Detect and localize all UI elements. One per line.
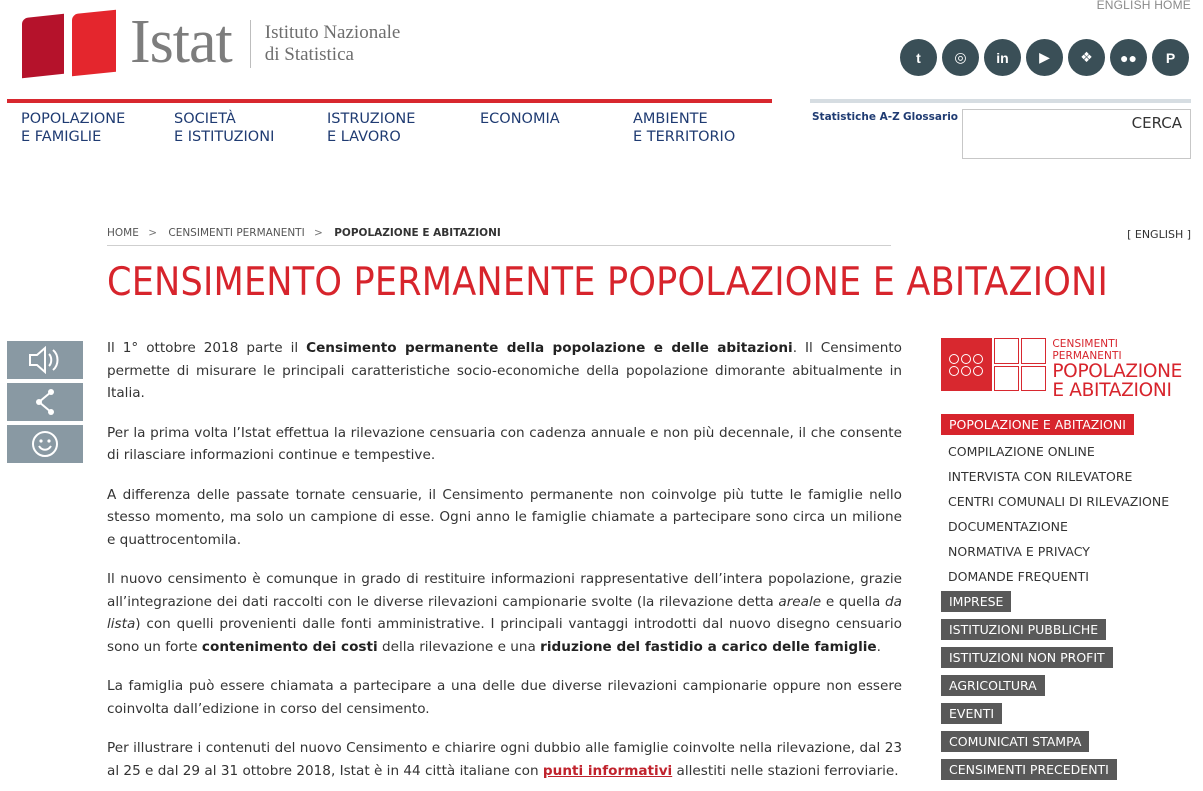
flickr-icon[interactable]: ●● (1110, 39, 1147, 76)
utility-bar-line (810, 99, 1191, 103)
logo-small-text: CENSIMENTI PERMANENTI (1052, 338, 1122, 362)
youtube-icon[interactable]: ▶ (1026, 39, 1063, 76)
paragraph-1: Il 1° ottobre 2018 parte il Censimento p… (107, 340, 902, 401)
istat-logo-mark (22, 9, 118, 79)
breadcrumb-separator: > (314, 227, 323, 239)
logo-line1: POPOLAZIONE (1052, 361, 1183, 382)
istat-logo[interactable]: Istat Istituto Nazionale di Statistica (22, 8, 401, 79)
sidebar-item-comunicati[interactable]: COMUNICATI STAMPA (941, 731, 1090, 752)
paragraph-3: A differenza delle passate tornate censu… (107, 486, 902, 548)
logo-subtitle: Istituto Nazionale di Statistica (265, 22, 401, 66)
censimenti-logo-text: CENSIMENTI PERMANENTI POPOLAZIONE E ABIT… (1052, 338, 1187, 400)
people-icon (941, 338, 992, 391)
sidebar-item-istituzioni-pubbliche[interactable]: ISTITUZIONI PUBBLICHE (941, 619, 1107, 640)
logo-divider (249, 20, 251, 68)
pinterest-icon[interactable]: P (1152, 39, 1189, 76)
main-content: Il 1° ottobre 2018 parte il Censimento p… (107, 337, 902, 791)
instagram-icon[interactable]: ◎ (942, 39, 979, 76)
feedback-button[interactable] (7, 425, 83, 463)
sidebar-subitem[interactable]: DOMANDE FREQUENTI (941, 564, 1187, 589)
linkedin-icon[interactable]: in (984, 39, 1021, 76)
sidebar-subitem[interactable]: COMPILAZIONE ONLINE (941, 439, 1187, 464)
nav-label-2: E ISTITUZIONI (174, 129, 275, 145)
audio-button[interactable] (7, 341, 83, 379)
search-input[interactable]: CERCA (962, 109, 1191, 159)
english-home-link[interactable]: ENGLISH HOME (1097, 0, 1191, 12)
nav-istruzione[interactable]: ISTRUZIONE E LAVORO (313, 99, 466, 155)
share-icon (36, 389, 54, 415)
paragraph-5: La famiglia può essere chiamata a partec… (107, 678, 902, 717)
nav-economia[interactable]: ECONOMIA (466, 99, 619, 155)
sidebar-item-popolazione[interactable]: POPOLAZIONE E ABITAZIONI (941, 414, 1134, 435)
nav-label-1: SOCIETÀ (174, 111, 236, 127)
sidebar-item-imprese[interactable]: IMPRESE (941, 591, 1012, 612)
speaker-icon (29, 346, 59, 374)
page-title: CENSIMENTO PERMANENTE POPOLAZIONE E ABIT… (107, 260, 1109, 305)
nav-label-2: E FAMIGLIE (21, 129, 102, 145)
breadcrumb-home[interactable]: HOME (107, 227, 139, 239)
slideshare-icon[interactable]: ❖ (1068, 39, 1105, 76)
nav-label-1: AMBIENTE (633, 111, 708, 127)
search-button[interactable]: CERCA (1132, 114, 1182, 132)
nav-ambiente[interactable]: AMBIENTE E TERRITORIO (619, 99, 772, 155)
sidebar-categories: IMPRESE ISTITUZIONI PUBBLICHE ISTITUZION… (941, 591, 1187, 787)
sidebar: CENSIMENTI PERMANENTI POPOLAZIONE E ABIT… (941, 338, 1187, 787)
sidebar-subitem[interactable]: CENTRI COMUNALI DI RILEVAZIONE (941, 489, 1187, 514)
sidebar-submenu: COMPILAZIONE ONLINE INTERVISTA CON RILEV… (941, 439, 1187, 589)
glossario-link[interactable]: Glossario (903, 111, 958, 123)
nav-label-1: ECONOMIA (480, 111, 560, 127)
nav-label-1: POPOLAZIONE (21, 111, 126, 127)
share-button[interactable] (7, 383, 83, 421)
sidebar-subitem[interactable]: DOCUMENTAZIONE (941, 514, 1187, 539)
punti-informativi-link[interactable]: punti informativi (543, 763, 672, 779)
logo-subtitle-line2: di Statistica (264, 44, 354, 65)
sidebar-item-eventi[interactable]: EVENTI (941, 703, 1003, 724)
censimenti-logo[interactable]: CENSIMENTI PERMANENTI POPOLAZIONE E ABIT… (941, 338, 1187, 400)
sidebar-item-precedenti[interactable]: CENSIMENTI PRECEDENTI (941, 759, 1117, 780)
statistiche-az-link[interactable]: Statistiche A-Z (812, 111, 900, 123)
logo-subtitle-line1: Istituto Nazionale (264, 22, 401, 43)
sidebar-subitem[interactable]: NORMATIVA E PRIVACY (941, 539, 1187, 564)
utility-bar: Statistiche A-Z Glossario CERCA (810, 99, 1203, 161)
logo-wordmark: Istat (130, 8, 233, 76)
paragraph-4: Il nuovo censimento è comunque in grado … (107, 571, 902, 655)
breadcrumb-current: POPOLAZIONE E ABITAZIONI (334, 227, 501, 239)
sidebar-subitem[interactable]: INTERVISTA CON RILEVATORE (941, 464, 1187, 489)
nav-societa[interactable]: SOCIETÀ E ISTITUZIONI (160, 99, 313, 155)
sidebar-item-non-profit[interactable]: ISTITUZIONI NON PROFIT (941, 647, 1113, 668)
twitter-icon[interactable]: t (900, 39, 937, 76)
sidebar-item-agricoltura[interactable]: AGRICOLTURA (941, 675, 1045, 696)
accessibility-tools (7, 341, 83, 467)
english-link[interactable]: [ ENGLISH ] (1127, 228, 1191, 241)
breadcrumb-separator: > (148, 227, 158, 239)
nav-label-2: E TERRITORIO (633, 129, 736, 145)
census-categories-icon (993, 338, 1047, 391)
nav-label-1: ISTRUZIONE (327, 111, 416, 127)
logo-line2: E ABITAZIONI (1052, 380, 1172, 401)
nav-popolazione[interactable]: POPOLAZIONE E FAMIGLIE (7, 99, 160, 155)
main-nav: POPOLAZIONE E FAMIGLIE SOCIETÀ E ISTITUZ… (7, 99, 772, 155)
nav-label-2: E LAVORO (327, 129, 401, 145)
social-links: t ◎ in ▶ ❖ ●● P (900, 39, 1189, 76)
breadcrumb: HOME > CENSIMENTI PERMANENTI > POPOLAZIO… (107, 227, 891, 246)
smiley-icon (32, 431, 58, 457)
paragraph-2: Per la prima volta l’Istat effettua la r… (107, 424, 902, 464)
breadcrumb-censimenti[interactable]: CENSIMENTI PERMANENTI (168, 227, 304, 239)
paragraph-6: Per illustrare i contenuti del nuovo Cen… (107, 740, 902, 779)
